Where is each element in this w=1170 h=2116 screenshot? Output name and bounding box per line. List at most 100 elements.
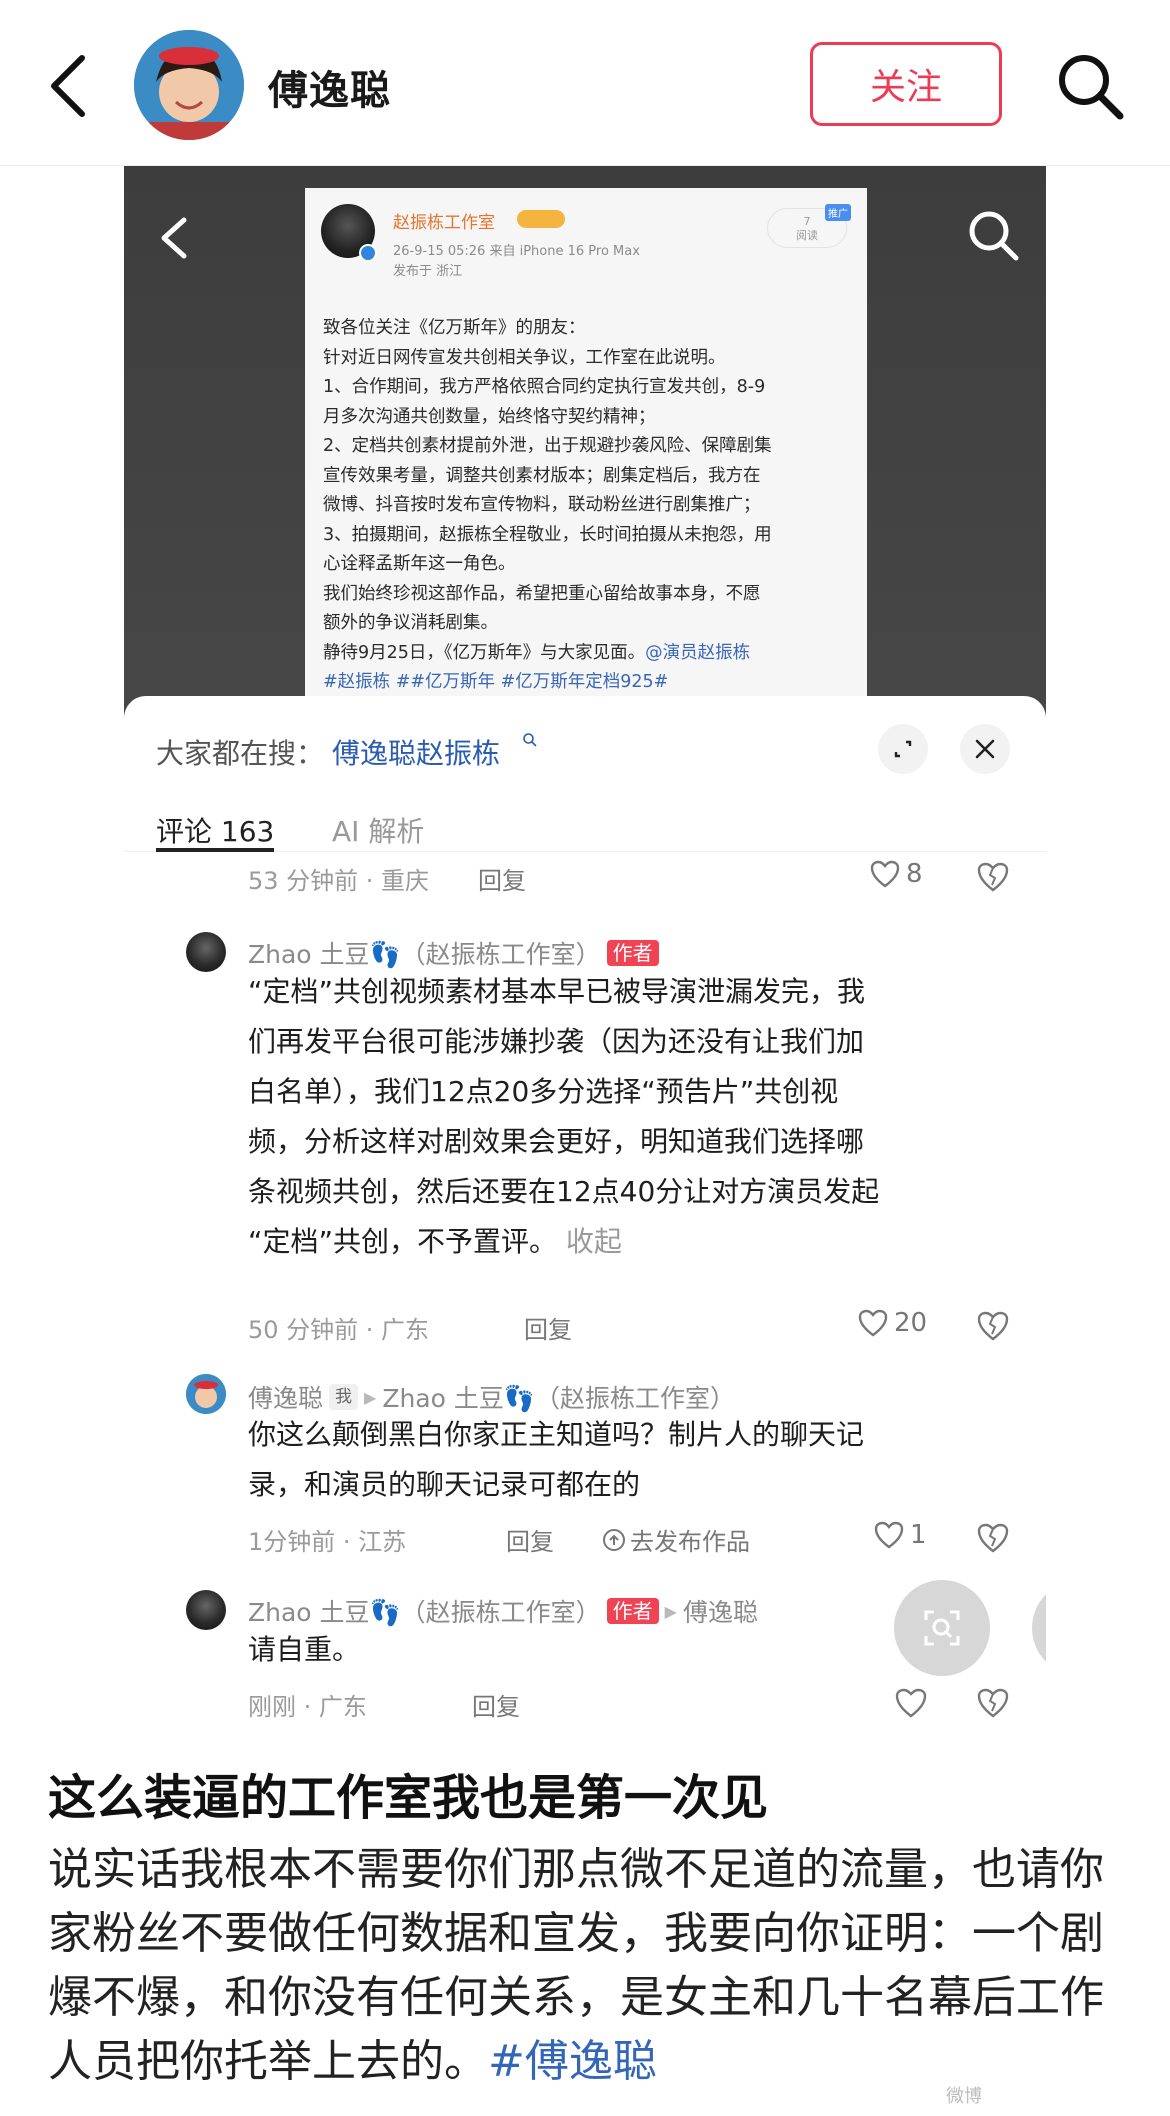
like-button[interactable]: 20 <box>858 1308 927 1338</box>
post-line: 1、合作期间，我方严格依照合同约定执行宣发共创，8-9 <box>323 377 766 397</box>
avatar[interactable] <box>134 30 244 140</box>
reply-button[interactable]: 回复 <box>524 1310 572 1345</box>
close-icon[interactable] <box>960 724 1010 774</box>
post-meta: 26-9-15 05:26 来自 iPhone 16 Pro Max <box>393 244 640 259</box>
author-tag: 作者 <box>606 940 659 966</box>
like-count: 8 <box>906 859 923 889</box>
back-arrow-icon[interactable] <box>40 48 100 124</box>
comment-tabs: 评论 163 AI 解析 <box>124 796 1046 852</box>
mention-link[interactable]: @演员赵振栋 <box>645 643 750 663</box>
broken-heart-icon[interactable] <box>976 1687 1010 1719</box>
comment-line: 录，和演员的聊天记录可都在的 <box>248 1468 641 1501</box>
comment-line-text: “定档”共创，不予置评。 <box>248 1225 558 1258</box>
read-label: 阅读 <box>796 229 818 242</box>
promo-tag: 推广 <box>825 204 851 221</box>
like-button[interactable]: 1 <box>874 1520 927 1550</box>
upload-icon <box>603 1528 625 1551</box>
search-icon <box>522 732 538 752</box>
comment-line: 们再发平台很可能涉嫌抄袭（因为还没有让我们加 <box>248 1025 865 1058</box>
search-icon[interactable] <box>1054 50 1126 122</box>
comment-author-name: Zhao 土豆👣（赵振栋工作室） <box>248 1598 601 1627</box>
author-tag: 作者 <box>606 1598 659 1624</box>
post-body: 致各位关注《亿万斯年》的朋友： 针对近日网传宣发共创相关争议，工作室在此说明。 … <box>323 314 853 698</box>
reply-button[interactable]: 回复 <box>478 861 526 896</box>
follow-button[interactable]: 关注 <box>810 42 1002 126</box>
header-name[interactable]: 傅逸聪 <box>268 58 391 116</box>
reply-target[interactable]: 傅逸聪 <box>683 1593 758 1629</box>
comment-text: 请自重。 <box>248 1633 361 1666</box>
post-line: 致各位关注《亿万斯年》的朋友： <box>323 318 586 338</box>
hashtag-line[interactable]: #赵振栋 ##亿万斯年 #亿万斯年定档925# <box>323 668 853 698</box>
broken-heart-icon[interactable] <box>976 1310 1010 1342</box>
publish-work-button[interactable]: 去发布作品 <box>602 1522 750 1557</box>
hashtag-link[interactable]: #傅逸聪 <box>488 2036 657 2087</box>
top-bar: 傅逸聪 关注 <box>0 0 1170 166</box>
comment-meta: 53 分钟前 · 重庆 <box>248 867 430 895</box>
post-line: 2、定档共创素材提前外泄，出于规避抄袭风险、保障剧集 <box>323 436 772 456</box>
broken-heart-icon[interactable] <box>976 861 1010 893</box>
reply-arrow-icon: ▶ <box>664 1601 677 1621</box>
like-button[interactable]: 8 <box>870 859 923 889</box>
avatar[interactable] <box>186 932 226 972</box>
post-author-name: 赵振栋工作室 <box>393 213 495 233</box>
heart-icon <box>874 1521 904 1549</box>
trending-search-label: 大家都在搜： <box>156 737 325 770</box>
comment-line: 你这么颠倒黑白你家正主知道吗？制片人的聊天记 <box>248 1418 865 1451</box>
comment-line: 频，分析这样对剧效果会更好，明知道我们选择哪 <box>248 1125 865 1158</box>
comment-meta: 50 分钟前 · 广东 <box>248 1316 430 1344</box>
embedded-post-card: 赵振栋工作室 26-9-15 05:26 来自 iPhone 16 Pro Ma… <box>305 188 867 728</box>
publish-label: 去发布作品 <box>630 1528 750 1556</box>
comment-author[interactable]: Zhao 土豆👣（赵振栋工作室） 作者 <box>248 935 659 971</box>
comment-author[interactable]: Zhao 土豆👣（赵振栋工作室） 作者 ▶ 傅逸聪 <box>248 1593 758 1629</box>
heart-icon[interactable] <box>894 1687 928 1719</box>
post-line: 额外的争议消耗剧集。 <box>323 613 498 633</box>
avatar[interactable] <box>186 1590 226 1630</box>
post-line: 宣传效果考量，调整共创素材版本；剧集定档后，我方在 <box>323 465 761 486</box>
post-line: 静待9月25日，《亿万斯年》与大家见面。@演员赵振栋 <box>323 639 853 669</box>
reply-button[interactable]: 回复 <box>506 1522 554 1557</box>
post-line: 心诠释孟斯年这一角色。 <box>323 554 516 574</box>
post-line: 微博、抖音按时发布宣传物料，联动粉丝进行剧集推广； <box>323 495 761 515</box>
watermark: 微博 <box>946 2086 982 2107</box>
comment-meta: 1分钟前 · 江苏 <box>248 1528 407 1556</box>
me-tag: 我 <box>329 1384 359 1410</box>
crown-badge-icon <box>517 210 565 228</box>
comment-author-name: Zhao 土豆👣（赵振栋工作室） <box>248 940 601 969</box>
embedded-screenshot: 赵振栋工作室 26-9-15 05:26 来自 iPhone 16 Pro Ma… <box>124 166 1046 1726</box>
post-line: 我们始终珍视这部作品，希望把重心留给故事本身，不愿 <box>323 583 761 604</box>
post-title: 这么装逼的工作室我也是第一次见 <box>48 1770 769 1826</box>
comment-line: “定档”共创，不予置评。 收起 <box>248 1217 968 1267</box>
screen-search-icon[interactable] <box>894 1580 990 1676</box>
comment-line: “定档”共创视频素材基本早已被导演泄漏发完，我 <box>248 975 866 1008</box>
expand-icon[interactable] <box>878 724 928 774</box>
broken-heart-icon[interactable] <box>976 1522 1010 1554</box>
comment-meta: 刚刚 · 广东 <box>248 1693 367 1721</box>
post-line-text: 静待9月25日，《亿万斯年》与大家见面。 <box>323 642 646 663</box>
avatar[interactable] <box>186 1374 226 1414</box>
trending-search-link[interactable]: 傅逸聪赵振栋 <box>332 732 500 772</box>
like-count: 1 <box>910 1520 927 1550</box>
comment-line: 白名单），我们12点20多分选择“预告片”共创视 <box>248 1075 839 1108</box>
pause-icon[interactable] <box>1032 1580 1046 1676</box>
comment-text: “定档”共创视频素材基本早已被导演泄漏发完，我 们再发平台很可能涉嫌抄袭（因为还… <box>248 967 968 1267</box>
reply-button[interactable]: 回复 <box>472 1687 520 1722</box>
tab-comments[interactable]: 评论 163 <box>156 810 274 850</box>
comment-sheet: 大家都在搜： 傅逸聪赵振栋 评论 163 AI 解析 53 分钟前 · 重庆 回… <box>124 696 1046 1726</box>
back-arrow-icon[interactable] <box>154 208 194 268</box>
collapse-link[interactable]: 收起 <box>566 1225 622 1258</box>
post-line: 月多次沟通共创数量，始终恪守契约精神； <box>323 406 656 427</box>
heart-icon <box>858 1309 888 1337</box>
like-count: 20 <box>894 1308 928 1338</box>
tab-ai-analysis[interactable]: AI 解析 <box>332 810 424 850</box>
post-line: 3、拍摄期间，赵振栋全程敬业，长时间拍摄从未抱怨，用 <box>323 524 772 545</box>
post-body: 说实话我根本不需要你们那点微不足道的流量，也请你家粉丝不要做任何数据和宣发，我要… <box>48 1838 1128 2094</box>
reply-arrow-icon: ▶ <box>364 1387 377 1407</box>
comment-line: 条视频共创，然后还要在12点40分让对方演员发起 <box>248 1175 880 1208</box>
tab-underline <box>156 848 274 852</box>
heart-icon <box>870 860 900 888</box>
comment-text: 你这么颠倒黑白你家正主知道吗？制片人的聊天记 录，和演员的聊天记录可都在的 <box>248 1410 968 1510</box>
post-line: 针对近日网传宣发共创相关争议，工作室在此说明。 <box>323 347 726 368</box>
verified-icon <box>359 244 377 262</box>
search-icon[interactable] <box>964 206 1024 266</box>
post-location: 发布于 浙江 <box>393 264 463 279</box>
